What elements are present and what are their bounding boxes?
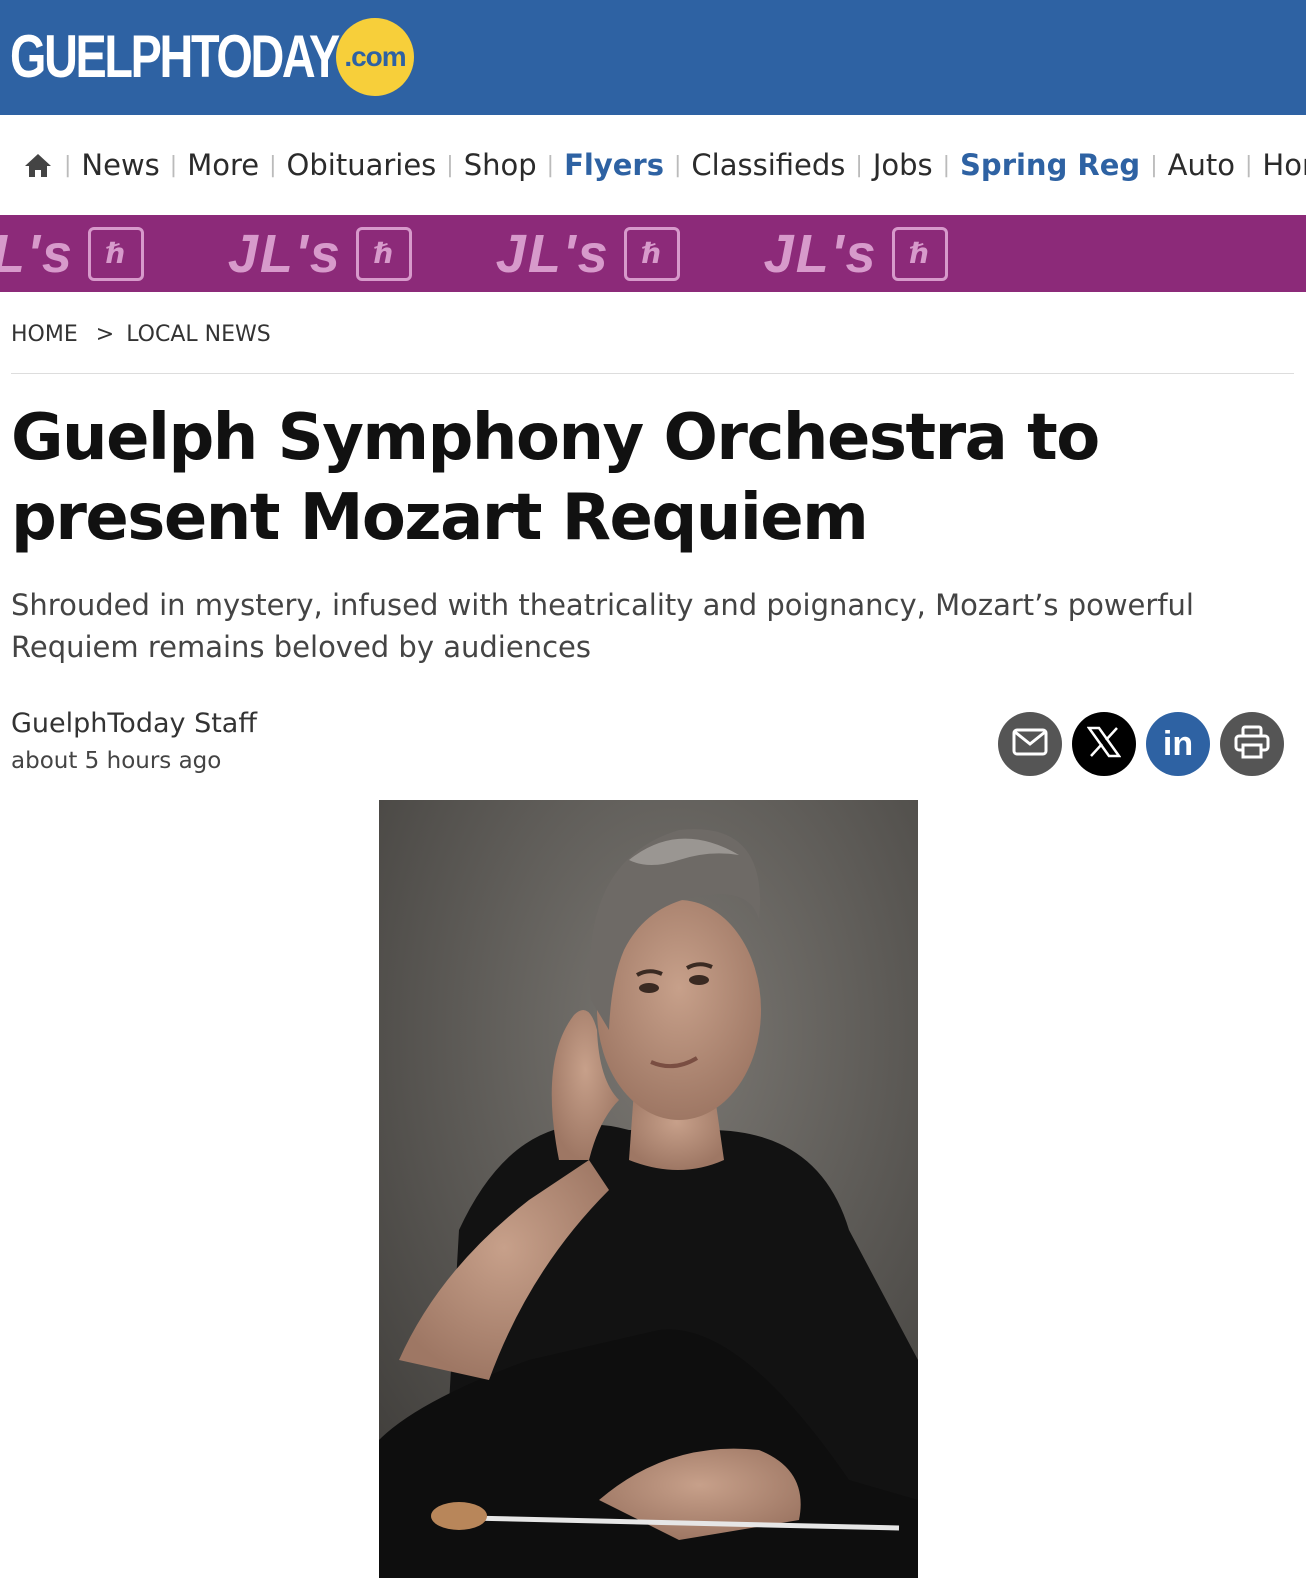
nav-divider: |	[855, 152, 863, 178]
breadcrumb-separator: >	[95, 322, 115, 347]
nav-item-shop[interactable]: Shop	[464, 148, 537, 182]
home-hardware-logo-icon: ℏ	[891, 226, 948, 281]
banner-text: JL's	[763, 223, 878, 284]
nav-divider: |	[446, 152, 454, 178]
article-subtitle: Shrouded in mystery, infused with theatr…	[11, 588, 1194, 664]
banner-text: JL's	[495, 223, 610, 284]
x-icon	[1086, 726, 1122, 762]
site-header: GUELPHTODAY .com	[0, 0, 1306, 115]
breadcrumb-local-news[interactable]: LOCAL NEWS	[126, 322, 271, 347]
nav-divider: |	[169, 152, 178, 178]
nav-divider: |	[673, 152, 682, 178]
nav-item-more[interactable]: More	[187, 148, 259, 182]
home-hardware-logo-icon: ℏ	[355, 226, 412, 281]
article-timestamp: about 5 hours ago	[11, 748, 222, 774]
main-nav: | News | More | Obituaries | Shop | Flye…	[0, 115, 1306, 215]
nav-item-news[interactable]: News	[81, 148, 159, 182]
banner-track: JL's ℏ JL's ℏ JL's ℏ JL's ℏ	[0, 215, 1032, 292]
nav-divider: |	[1150, 152, 1158, 178]
article-title: Guelph Symphony Orchestra to present Moz…	[11, 401, 1100, 555]
print-icon	[1234, 725, 1270, 763]
site-logo[interactable]: GUELPHTODAY .com	[10, 18, 414, 96]
print-button[interactable]	[1220, 712, 1284, 776]
x-share-button[interactable]	[1072, 712, 1136, 776]
nav-item-auto[interactable]: Auto	[1168, 148, 1235, 182]
article-photo[interactable]	[379, 800, 918, 1578]
nav-divider: |	[546, 152, 555, 178]
nav-divider: |	[1244, 152, 1253, 178]
banner-unit: JL's ℏ	[228, 223, 412, 285]
nav-divider: |	[942, 152, 951, 178]
banner-unit: JL's ℏ	[764, 223, 948, 285]
home-hardware-logo-icon: ℏ	[87, 226, 144, 281]
banner-unit: JL's ℏ	[0, 223, 144, 285]
breadcrumb-home[interactable]: HOME	[11, 322, 78, 347]
email-share-button[interactable]	[998, 712, 1062, 776]
logo-dotcom: .com	[336, 18, 414, 96]
nav-divider: |	[269, 152, 277, 178]
home-hardware-logo-icon: ℏ	[623, 226, 680, 281]
breadcrumb: HOME > LOCAL NEWS	[11, 322, 271, 347]
nav-item-obituaries[interactable]: Obituaries	[287, 148, 437, 182]
linkedin-icon: in	[1162, 725, 1194, 763]
nav-item-jobs[interactable]: Jobs	[873, 148, 933, 182]
nav-divider: |	[64, 152, 72, 178]
ad-banner[interactable]: JL's ℏ JL's ℏ JL's ℏ JL's ℏ	[0, 215, 1306, 292]
banner-text: JL's	[0, 223, 74, 284]
banner-text: JL's	[227, 223, 342, 284]
article-author[interactable]: GuelphToday Staff	[11, 708, 257, 739]
logo-text: GUELPHTODAY	[10, 23, 340, 90]
divider	[11, 373, 1294, 374]
linkedin-share-button[interactable]: in	[1146, 712, 1210, 776]
nav-item-spring-reg[interactable]: Spring Reg	[960, 148, 1140, 182]
nav-item-classifieds[interactable]: Classifieds	[691, 148, 845, 182]
conductor-portrait-image	[379, 800, 918, 1578]
home-icon[interactable]	[22, 149, 54, 181]
nav-item-home[interactable]: Hom	[1262, 148, 1306, 182]
email-icon	[1012, 728, 1048, 760]
banner-unit: JL's ℏ	[496, 223, 680, 285]
share-buttons: in	[998, 712, 1294, 776]
nav-item-flyers[interactable]: Flyers	[564, 148, 664, 182]
